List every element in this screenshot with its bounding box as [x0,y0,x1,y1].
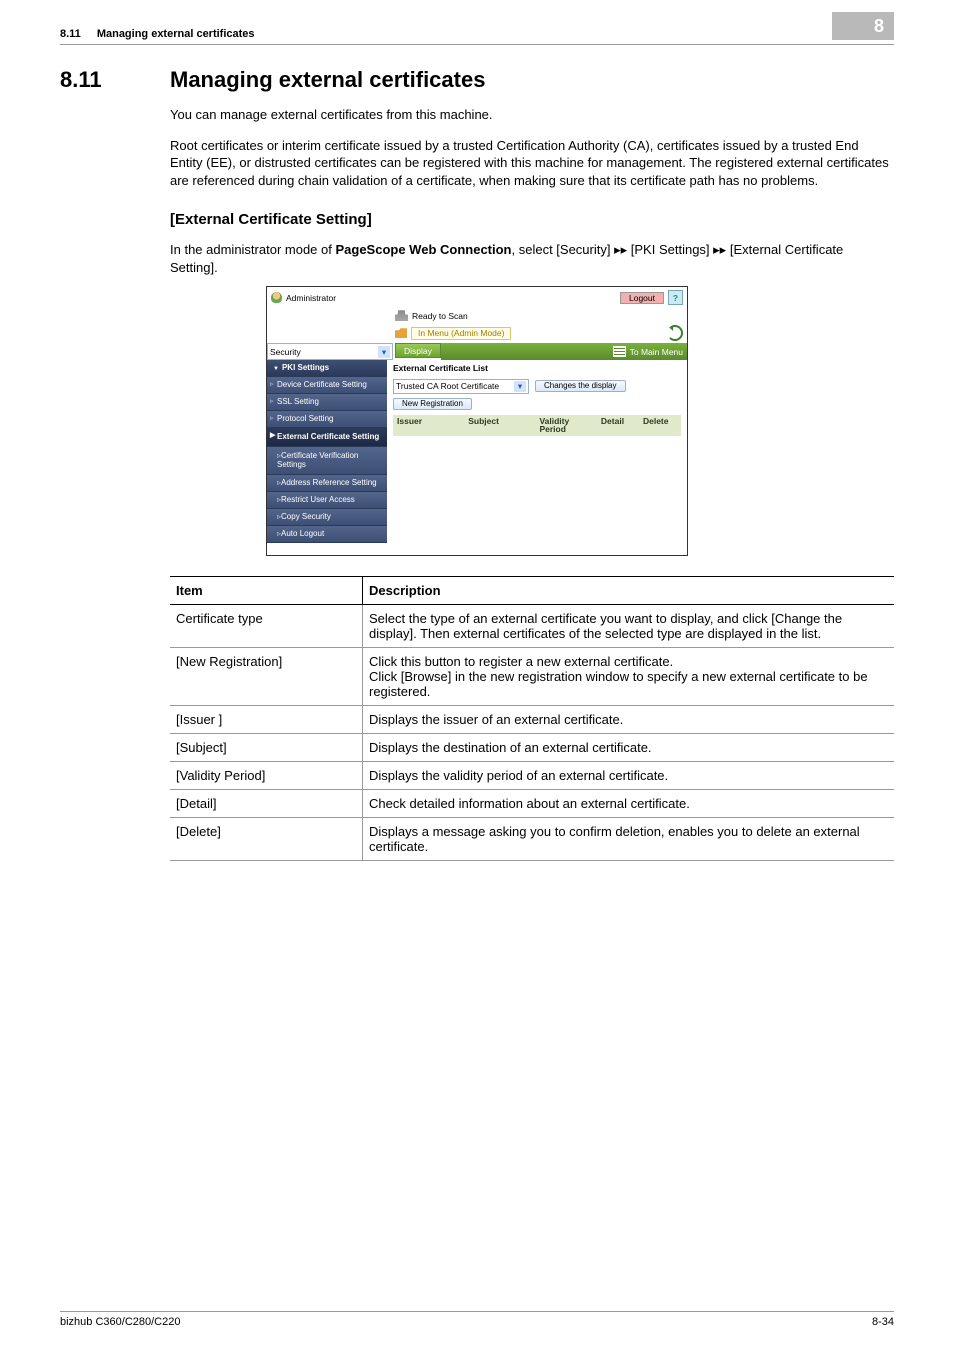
display-button[interactable]: Display [395,343,441,358]
table-row: Certificate typeSelect the type of an ex… [170,605,894,648]
nav-protocol-setting[interactable]: Protocol Setting [267,411,387,428]
footer-model: bizhub C360/C280/C220 [60,1316,872,1328]
col-subject: Subject [464,415,535,436]
refresh-icon[interactable] [667,325,683,341]
table-row: [Validity Period]Displays the validity p… [170,762,894,790]
embedded-app-screenshot: Administrator Logout ? Ready to Scan In … [266,286,688,556]
pane-title: External Certificate List [393,364,681,373]
table-cell-description: Check detailed information about an exte… [363,790,895,818]
table-row: [Issuer ]Displays the issuer of an exter… [170,706,894,734]
status-text: Ready to Scan [412,312,468,321]
nav-cert-verification[interactable]: Certificate Verification Settings [267,447,387,475]
chevron-down-icon: ▾ [514,381,526,392]
col-issuer: Issuer [393,415,464,436]
navigation-path-sentence: In the administrator mode of PageScope W… [170,241,894,276]
table-cell-item: [Detail] [170,790,363,818]
user-icon [271,292,282,303]
path-prefix: In the administrator mode of [170,242,335,257]
header-section-number: 8.11 [60,28,81,40]
app-status-bar: Ready to Scan [267,308,687,323]
description-table: Item Description Certificate typeSelect … [170,576,894,861]
table-cell-item: [Issuer ] [170,706,363,734]
product-name: PageScope Web Connection [335,242,511,257]
header-section-title: Managing external certificates [97,28,832,40]
mode-badge: In Menu (Admin Mode) [411,327,511,340]
chapter-tab: 8 [832,12,894,40]
to-main-menu-link[interactable]: To Main Menu [630,348,683,357]
chevron-down-icon: ▾ [378,346,390,358]
help-icon[interactable]: ? [668,290,683,305]
table-cell-description: Click this button to register a new exte… [363,648,895,706]
table-head-item: Item [170,577,363,605]
intro-paragraph: You can manage external certificates fro… [170,106,894,124]
menu-icon[interactable] [613,346,626,357]
app-top-bar: Administrator Logout ? [267,287,687,308]
table-cell-item: Certificate type [170,605,363,648]
table-cell-description: Displays the issuer of an external certi… [363,706,895,734]
nav-pki-settings[interactable]: PKI Settings [267,360,387,377]
table-cell-description: Displays the destination of an external … [363,734,895,762]
col-delete: Delete [639,415,681,436]
path-seg2: [PKI Settings] [627,242,713,257]
table-head-description: Description [363,577,895,605]
table-row: [New Registration]Click this button to r… [170,648,894,706]
changes-display-button[interactable]: Changes the display [535,380,626,392]
table-cell-item: [Subject] [170,734,363,762]
role-label: Administrator [286,294,336,303]
folder-icon [395,328,407,338]
section-title: Managing external certificates [170,67,485,93]
arrow-icon: ▸▸ [713,242,726,257]
nav-address-reference[interactable]: Address Reference Setting [267,475,387,492]
detail-paragraph: Root certificates or interim certificate… [170,137,894,190]
nav-ssl-setting[interactable]: SSL Setting [267,394,387,411]
content-pane: External Certificate List Trusted CA Roo… [387,360,687,555]
nav-auto-logout[interactable]: Auto Logout [267,526,387,543]
nav-copy-security[interactable]: Copy Security [267,509,387,526]
main-menu-area: To Main Menu [441,343,687,360]
table-row: [Subject]Displays the destination of an … [170,734,894,762]
side-nav: PKI Settings Device Certificate Setting … [267,360,387,555]
table-cell-description: Displays a message asking you to confirm… [363,818,895,861]
footer-page-number: 8-34 [872,1316,894,1328]
path-mid1: , select [Security] [512,242,615,257]
table-row: [Detail]Check detailed information about… [170,790,894,818]
printer-icon [395,310,408,321]
subheading-external-cert-setting: [External Certificate Setting] [170,211,894,228]
col-detail: Detail [597,415,639,436]
nav-device-cert[interactable]: Device Certificate Setting [267,377,387,394]
nav-external-cert-setting[interactable]: External Certificate Setting [267,428,387,447]
col-validity: Validity Period [535,415,596,436]
page-footer: bizhub C360/C280/C220 8-34 [60,1311,894,1328]
app-category-bar: Security ▾ Display To Main Menu [267,343,687,360]
logout-button[interactable]: Logout [620,292,664,305]
section-number: 8.11 [60,67,170,93]
nav-restrict-user-access[interactable]: Restrict User Access [267,492,387,509]
section-heading: 8.11 Managing external certificates [60,67,894,93]
category-select[interactable]: Security ▾ [267,343,393,360]
cert-type-select[interactable]: Trusted CA Root Certificate ▾ [393,379,529,394]
table-cell-item: [Validity Period] [170,762,363,790]
arrow-icon: ▸▸ [614,242,627,257]
new-registration-button[interactable]: New Registration [393,398,472,410]
table-row: [Delete]Displays a message asking you to… [170,818,894,861]
table-cell-item: [Delete] [170,818,363,861]
table-cell-description: Select the type of an external certifica… [363,605,895,648]
app-mode-bar: In Menu (Admin Mode) [267,323,687,343]
list-header: Issuer Subject Validity Period Detail De… [393,415,681,436]
category-value: Security [270,348,301,357]
table-cell-description: Displays the validity period of an exter… [363,762,895,790]
table-cell-item: [New Registration] [170,648,363,706]
cert-type-value: Trusted CA Root Certificate [396,382,499,391]
running-header: 8.11 Managing external certificates 8 [60,18,894,45]
